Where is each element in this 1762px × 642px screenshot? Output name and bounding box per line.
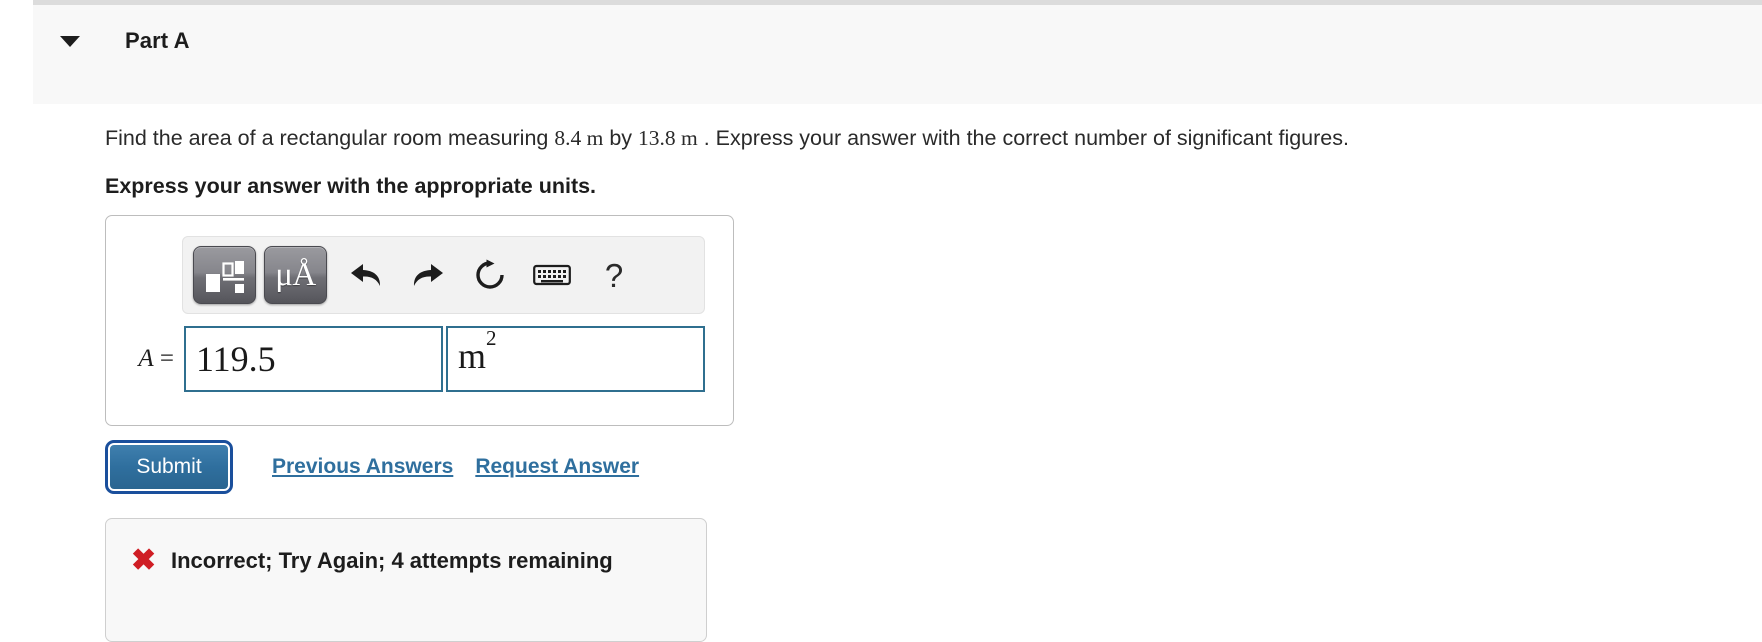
part-title: Part A <box>125 28 190 53</box>
part-header-content: Part A <box>55 30 190 52</box>
answer-value-input[interactable]: 119.5 <box>184 326 443 392</box>
action-bar: Submit Previous Answers Request Answer <box>105 440 639 494</box>
keyboard-icon[interactable] <box>521 246 583 304</box>
answer-panel: μÅ ? A = 119.5 m 2 <box>105 215 734 426</box>
statement-prefix: Find the area of a rectangular room meas… <box>105 126 555 150</box>
help-icon[interactable]: ? <box>583 246 645 304</box>
statement-suffix: . Express your answer with the correct n… <box>697 126 1349 150</box>
variable-a: A <box>138 345 154 372</box>
feedback-panel: ✖ Incorrect; Try Again; 4 attempts remai… <box>105 518 707 642</box>
x-mark-icon: ✖ <box>131 544 157 577</box>
question-body: Find the area of a rectangular room meas… <box>105 104 1705 199</box>
reset-icon[interactable] <box>459 246 521 304</box>
units-icon[interactable]: μÅ <box>264 246 327 304</box>
dimension-one: 8.4 m <box>554 126 604 150</box>
template-icon[interactable] <box>193 246 256 304</box>
answer-links: Previous Answers Request Answer <box>272 455 639 479</box>
previous-answers-link[interactable]: Previous Answers <box>272 455 453 479</box>
redo-icon[interactable] <box>397 246 459 304</box>
triangle-down-icon[interactable] <box>55 30 85 52</box>
undo-icon[interactable] <box>335 246 397 304</box>
feedback-content: ✖ Incorrect; Try Again; 4 attempts remai… <box>131 546 613 576</box>
answer-variable-label: A = <box>126 345 184 373</box>
question-statement: Find the area of a rectangular room meas… <box>105 123 1705 153</box>
answer-unit-input[interactable]: m2 <box>446 326 705 392</box>
submit-button[interactable]: Submit <box>105 440 233 494</box>
question-instruction: Express your answer with the appropriate… <box>105 174 597 198</box>
feedback-message: Incorrect; Try Again; 4 attempts remaini… <box>171 548 613 573</box>
dimension-two: 13.8 m <box>638 126 698 150</box>
math-editor-toolbar: μÅ ? <box>182 236 705 314</box>
request-answer-link[interactable]: Request Answer <box>475 455 639 479</box>
answer-value-text: 119.5 <box>196 339 276 379</box>
answer-input-row: A = 119.5 m2 <box>126 326 705 392</box>
statement-mid: by <box>603 126 638 150</box>
part-header-bar[interactable]: Part A <box>33 0 1762 104</box>
unit-base-text: m <box>458 336 487 376</box>
equals-sign: = <box>159 345 174 372</box>
